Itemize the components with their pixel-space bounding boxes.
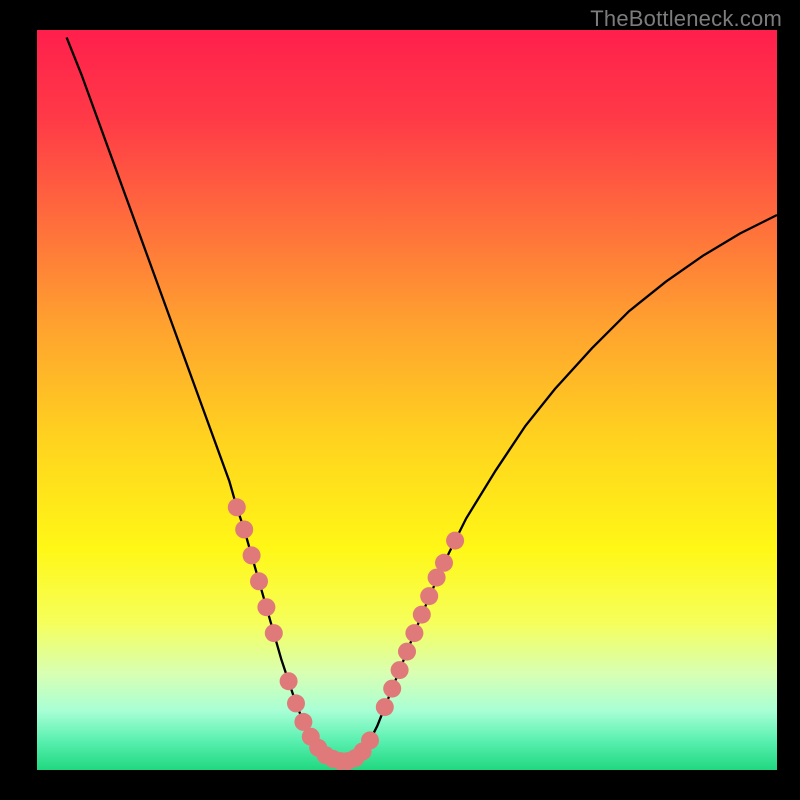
watermark-text: TheBottleneck.com <box>590 6 782 32</box>
marker-dot <box>228 498 246 516</box>
marker-dot <box>243 546 261 564</box>
marker-dot <box>435 554 453 572</box>
marker-dot <box>398 643 416 661</box>
plot-area <box>37 30 777 770</box>
marker-dot <box>250 572 268 590</box>
marker-dot <box>420 587 438 605</box>
marker-dot <box>446 532 464 550</box>
marker-dot <box>257 598 275 616</box>
marker-dot <box>376 698 394 716</box>
marker-dot <box>235 521 253 539</box>
chart-svg <box>37 30 777 770</box>
marker-dot <box>280 672 298 690</box>
chart-frame: TheBottleneck.com <box>0 0 800 800</box>
marker-dot <box>405 624 423 642</box>
marker-dot <box>413 606 431 624</box>
marker-dot <box>287 694 305 712</box>
marker-dot <box>383 680 401 698</box>
marker-dot <box>265 624 283 642</box>
marker-dot <box>361 731 379 749</box>
marker-dot <box>391 661 409 679</box>
